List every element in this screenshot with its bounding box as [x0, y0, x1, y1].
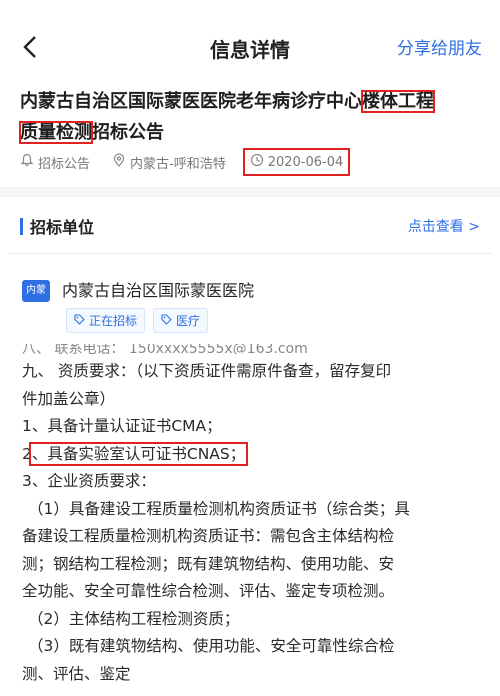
category-label: 招标公告: [38, 156, 91, 172]
body-line-prefix: 2: [22, 444, 32, 463]
nav-header: 信息详情 分享给朋友: [0, 0, 500, 72]
view-details-link[interactable]: 点击查看 >: [408, 216, 480, 236]
announcement-body: 九、 资质要求：（以下资质证件需原件备查，留存复印 件加盖公章） 1、具备计量认…: [22, 358, 488, 688]
body-line: 测、评估、鉴定: [22, 664, 131, 683]
org-logo: 内蒙: [22, 280, 50, 302]
clipped-text-line: 八、 联系电话： 150xxxx5555x@163.com: [22, 344, 308, 354]
tag-medical[interactable]: 医疗: [153, 308, 209, 333]
tag-label: 正在招标: [89, 314, 138, 328]
clock-icon: [250, 153, 268, 171]
org-name[interactable]: 内蒙古自治区国际蒙医医院: [62, 277, 254, 301]
body-line: 测；钢结构工程检测；既有建筑物结构、使用功能、安: [22, 554, 395, 573]
tag-icon: [74, 313, 89, 328]
tag-label: 医疗: [176, 314, 201, 328]
meta-date: 2020-06-04: [242, 148, 351, 176]
location-pin-icon: [112, 153, 130, 171]
body-line: 1、具备计量认证证书CMA；: [22, 417, 222, 435]
section-accent-bar: [20, 218, 23, 235]
bell-icon: [20, 153, 38, 171]
title-text-2: 招标公告: [92, 122, 164, 143]
share-button[interactable]: 分享给朋友: [397, 34, 482, 59]
date-label: 2020-06-04: [267, 154, 344, 170]
org-tags: 正在招标 医疗: [66, 308, 216, 333]
cnas-highlight: 、具备实验室认可证书CNAS；: [28, 441, 249, 466]
divider: [8, 253, 492, 254]
article-title: 内蒙古自治区国际蒙医医院老年病诊疗中心楼体工程质量检测招标公告: [19, 86, 482, 148]
section-header: 招标单位 点击查看 >: [20, 214, 480, 240]
title-highlight-2: 质量检测: [19, 121, 93, 144]
tag-bidding[interactable]: 正在招标: [66, 308, 146, 333]
title-highlight-1: 楼体工程: [361, 90, 435, 113]
location-label: 内蒙古-呼和浩特: [130, 156, 226, 172]
title-text-1: 内蒙古自治区国际蒙医医院老年病诊疗中心: [20, 91, 362, 112]
meta-location: 内蒙古-呼和浩特: [112, 153, 226, 172]
body-line: 2、具备实验室认可证书CNAS；: [22, 441, 488, 469]
body-line: （2）主体结构工程检测资质；: [28, 609, 240, 628]
body-line: 九、 资质要求：（以下资质证件需原件备查，留存复印: [22, 362, 392, 380]
article-meta: 招标公告 内蒙古-呼和浩特 2020-06-04: [20, 148, 367, 176]
body-line: （3）既有建筑物结构、使用功能、安全可靠性综合检: [28, 637, 395, 655]
body-line: 备建设工程质量检测机构资质证书：需包含主体结构检: [22, 527, 395, 545]
section-title: 招标单位: [30, 218, 95, 237]
section-spacer: [0, 187, 500, 197]
body-line: 全功能、安全可靠性综合检测、评估、鉴定专项检测。: [22, 582, 395, 600]
body-line: （1）具备建设工程质量检测机构资质证书（综合类；具: [28, 499, 410, 518]
meta-category: 招标公告: [20, 153, 90, 172]
tag-icon: [161, 313, 176, 328]
body-line: 件加盖公章）: [22, 389, 116, 408]
body-line: 3、企业资质要求：: [22, 472, 156, 490]
